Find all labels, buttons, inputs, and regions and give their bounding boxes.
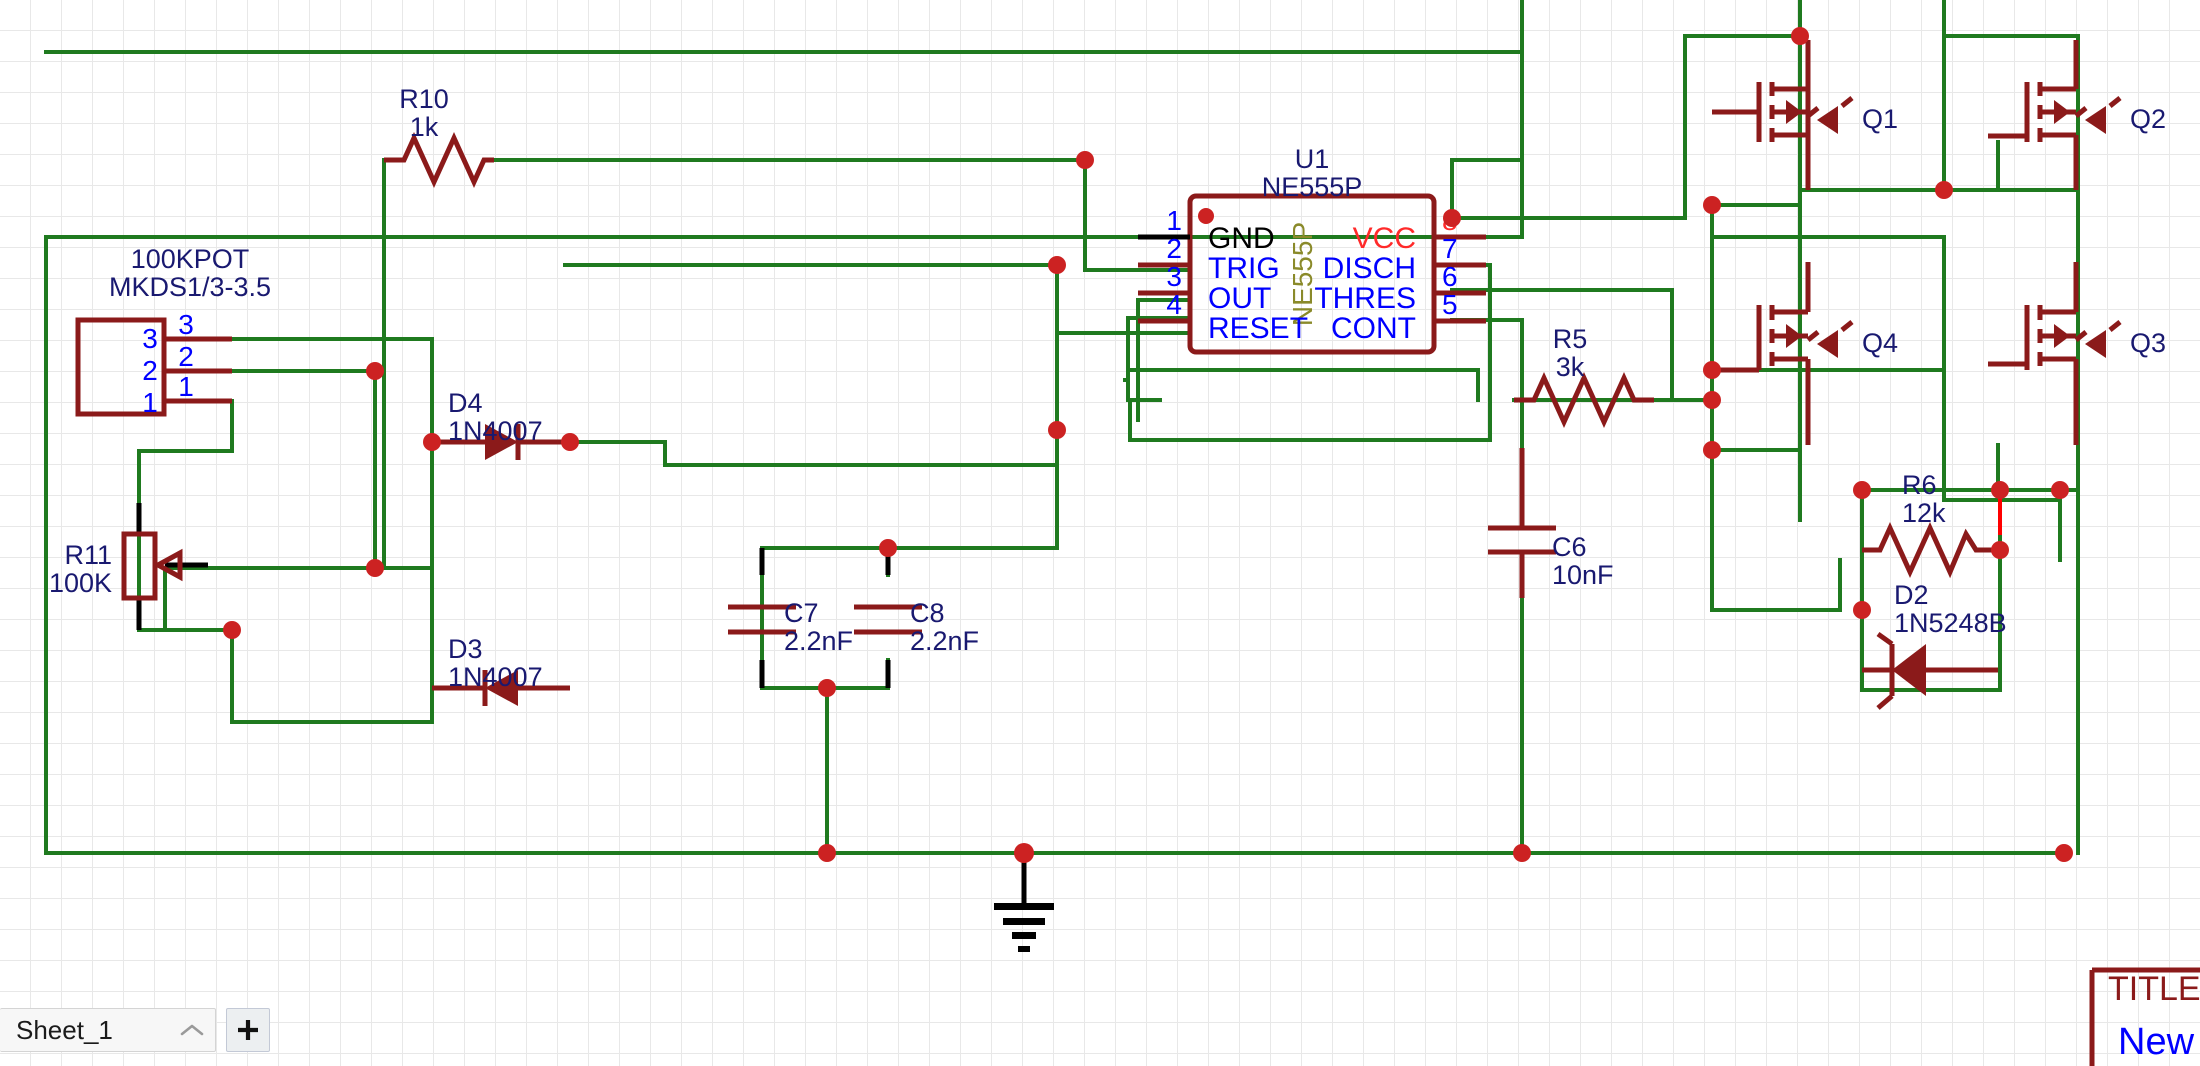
c8-value: 2.2nF <box>910 626 979 656</box>
title-block-label: TITLE: <box>2108 970 2200 1008</box>
schematic-drawing: .wire{stroke:#1f7a1f;stroke-width:4;fill… <box>0 0 2200 1066</box>
u1-pin6-name: THRES <box>1314 282 1416 315</box>
u1-pin3-name: OUT <box>1208 282 1271 315</box>
d4-value: 1N4007 <box>448 416 543 446</box>
q2-designator: Q2 <box>2130 104 2166 134</box>
component-u1-ne555p[interactable]: U1 NE555P NE555P GND TRIG OUT RESET VCC … <box>1138 144 1486 352</box>
q3-designator: Q3 <box>2130 328 2166 358</box>
component-q2[interactable]: Q2 <box>1988 40 2166 190</box>
component-c8[interactable]: C8 2.2nF <box>854 548 979 688</box>
d3-value: 1N4007 <box>448 662 543 692</box>
r11-designator: R11 <box>64 540 112 570</box>
connector-pin3-outer: 3 <box>178 309 194 340</box>
plus-icon <box>234 1016 262 1044</box>
u1-pin5-number: 5 <box>1442 289 1458 320</box>
component-c7[interactable]: C7 2.2nF <box>728 548 853 688</box>
add-sheet-button[interactable] <box>226 1008 270 1052</box>
r10-designator: R10 <box>399 84 449 114</box>
connector-pin3-inner: 3 <box>142 323 158 354</box>
d4-designator: D4 <box>448 388 483 418</box>
u1-pin4-number: 4 <box>1166 289 1182 320</box>
component-q1[interactable]: Q1 <box>1712 40 1898 190</box>
q4-designator: Q4 <box>1862 328 1898 358</box>
u1-pin6-number: 6 <box>1442 261 1458 292</box>
r10-value: 1k <box>410 112 439 142</box>
d3-designator: D3 <box>448 634 483 664</box>
component-connector-100kpot[interactable]: 100KPOT MKDS1/3-3.5 3 2 1 3 2 1 <box>78 244 271 418</box>
u1-pin2-number: 2 <box>1166 233 1182 264</box>
connector-pin1-inner: 1 <box>142 387 158 418</box>
component-c6[interactable]: C6 10nF <box>1488 448 1614 598</box>
u1-pin1-number: 1 <box>1166 205 1182 236</box>
r11-value: 100K <box>49 568 112 598</box>
connector-pin1-outer: 1 <box>178 371 194 402</box>
u1-pin2-name: TRIG <box>1208 252 1280 285</box>
d2-designator: D2 <box>1894 580 1929 610</box>
component-r5[interactable]: R5 3k <box>1514 324 1654 422</box>
u1-pin1-name: GND <box>1208 222 1275 255</box>
c6-value: 10nF <box>1552 560 1614 590</box>
c7-designator: C7 <box>784 598 819 628</box>
r5-value: 3k <box>1556 352 1585 382</box>
component-q4[interactable]: Q4 <box>1712 262 1898 445</box>
u1-pin8-name: VCC <box>1353 222 1416 255</box>
component-r10[interactable]: R10 1k <box>384 84 494 182</box>
u1-pin7-name: DISCH <box>1323 252 1416 285</box>
u1-designator: U1 <box>1295 144 1330 174</box>
connector-pin2-outer: 2 <box>178 341 194 372</box>
chevron-up-icon[interactable] <box>175 1008 209 1052</box>
component-r11[interactable]: R11 100K <box>49 503 208 630</box>
component-r6[interactable]: R6 12k <box>1862 470 2000 572</box>
u1-partnumber: NE555P <box>1262 172 1363 202</box>
u1-pin7-number: 7 <box>1442 233 1458 264</box>
r6-value: 12k <box>1902 498 1946 528</box>
connector-partnumber: MKDS1/3-3.5 <box>109 272 271 302</box>
component-d4[interactable]: D4 1N4007 <box>432 388 570 460</box>
connector-designator: 100KPOT <box>131 244 250 274</box>
q1-designator: Q1 <box>1862 104 1898 134</box>
r6-designator: R6 <box>1902 470 1937 500</box>
sheet-tab-label: Sheet_1 <box>16 1015 175 1046</box>
d2-value: 1N5248B <box>1894 608 2007 638</box>
title-block-value: New <box>2118 1021 2195 1063</box>
u1-pin3-number: 3 <box>1166 261 1182 292</box>
sheet-tab-sheet1[interactable]: Sheet_1 <box>0 1008 216 1052</box>
component-d3[interactable]: D3 1N4007 <box>432 634 570 706</box>
c7-value: 2.2nF <box>784 626 853 656</box>
title-block[interactable]: TITLE: New <box>2092 970 2200 1066</box>
ground-symbol[interactable] <box>994 860 1054 952</box>
schematic-canvas[interactable]: .wire{stroke:#1f7a1f;stroke-width:4;fill… <box>0 0 2200 1066</box>
c6-designator: C6 <box>1552 532 1587 562</box>
r5-designator: R5 <box>1553 324 1588 354</box>
c8-designator: C8 <box>910 598 945 628</box>
u1-pin5-name: CONT <box>1331 312 1416 345</box>
u1-pin4-name: RESET <box>1208 312 1308 345</box>
connector-pin2-inner: 2 <box>142 355 158 386</box>
